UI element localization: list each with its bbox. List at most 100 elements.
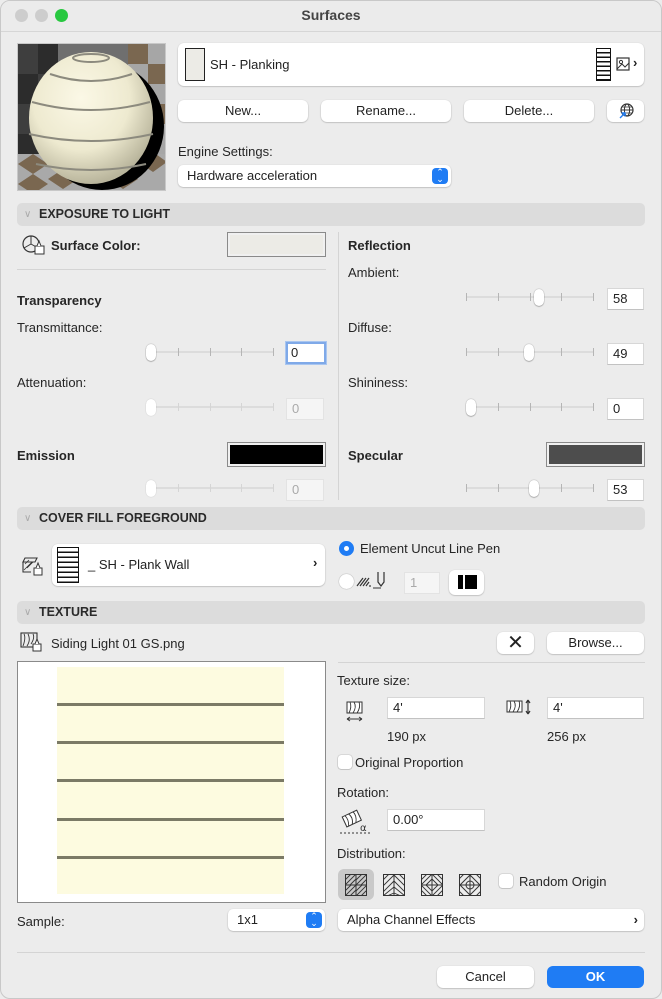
distribution-option-4[interactable] xyxy=(452,869,488,900)
specular-label: Specular xyxy=(348,448,403,463)
element-uncut-line-pen-radio[interactable] xyxy=(339,541,354,556)
pen-color-button[interactable] xyxy=(449,570,484,595)
transmittance-label: Transmittance: xyxy=(17,320,103,335)
engine-settings-label: Engine Settings: xyxy=(178,144,273,159)
cover-fill-icon xyxy=(22,557,43,576)
section-header-exposure[interactable]: ∨ EXPOSURE TO LIGHT xyxy=(17,203,645,226)
window-title: Surfaces xyxy=(301,7,361,23)
pen-number-input: 1 xyxy=(404,572,440,594)
section-title: COVER FILL FOREGROUND xyxy=(39,511,207,525)
distribution-option-2[interactable] xyxy=(376,869,412,900)
surfaces-dialog: Surfaces SH - Planking › New... Rename..… xyxy=(0,0,662,999)
divider xyxy=(17,269,326,270)
specular-slider[interactable] xyxy=(466,480,594,497)
chevron-right-icon: › xyxy=(313,555,318,570)
slider-tick xyxy=(273,403,274,411)
browse-button[interactable]: Browse... xyxy=(547,632,644,654)
slider-tick xyxy=(561,293,562,301)
remove-texture-button[interactable]: ✕ xyxy=(497,632,534,654)
emission-label: Emission xyxy=(17,448,75,463)
texture-file-name: Siding Light 01 GS.png xyxy=(51,636,185,651)
distribution-diamond-icon xyxy=(459,874,481,896)
slider-tick xyxy=(593,293,594,301)
slider-tick xyxy=(210,484,211,492)
surface-color-swatch[interactable] xyxy=(227,232,326,257)
slider-knob xyxy=(146,399,156,416)
distribution-label: Distribution: xyxy=(337,846,406,861)
surface-preview xyxy=(17,43,166,191)
slider-knob[interactable] xyxy=(524,344,534,361)
delete-button[interactable]: Delete... xyxy=(464,100,594,122)
engine-settings-select[interactable]: Hardware acceleration ⌃ ⌄ xyxy=(178,165,451,187)
specular-color-swatch[interactable] xyxy=(546,442,645,467)
divider xyxy=(338,662,645,663)
diffuse-input[interactable]: 49 xyxy=(607,343,644,365)
chevron-right-icon: › xyxy=(633,55,638,70)
distribution-mirror-icon xyxy=(421,874,443,896)
slider-tick xyxy=(530,293,531,301)
random-origin-checkbox[interactable] xyxy=(499,874,513,888)
cover-fill-name: _ SH - Plank Wall xyxy=(88,557,190,572)
alpha-channel-effects-button[interactable]: Alpha Channel Effects › xyxy=(338,909,644,931)
slider-tick xyxy=(561,484,562,492)
distribution-option-1[interactable] xyxy=(338,869,374,900)
rename-button[interactable]: Rename... xyxy=(321,100,451,122)
rotation-angle-icon: α xyxy=(340,809,372,834)
chevron-down-icon: ∨ xyxy=(24,607,32,618)
slider-knob[interactable] xyxy=(146,344,156,361)
divider xyxy=(338,232,339,500)
texture-width-input[interactable]: 4' xyxy=(387,697,485,719)
ambient-slider[interactable] xyxy=(466,289,594,306)
shininess-slider[interactable] xyxy=(466,399,594,416)
transmittance-input[interactable]: 0 xyxy=(286,342,326,364)
fill-pen-icon xyxy=(356,572,385,589)
shininess-input[interactable]: 0 xyxy=(607,398,644,420)
texture-height-input[interactable]: 4' xyxy=(547,697,644,719)
emission-color-swatch[interactable] xyxy=(227,442,326,467)
texture-preview xyxy=(17,661,326,903)
slider-knob xyxy=(146,480,156,497)
texture-size-label: Texture size: xyxy=(337,673,410,688)
ambient-input[interactable]: 58 xyxy=(607,288,644,310)
distribution-option-3[interactable] xyxy=(414,869,450,900)
cover-fill-selector[interactable]: _ SH - Plank Wall › xyxy=(52,544,325,586)
sample-select[interactable]: 1x1 ⌃ ⌄ xyxy=(228,909,325,931)
slider-tick xyxy=(178,348,179,356)
slider-tick xyxy=(241,484,242,492)
diffuse-label: Diffuse: xyxy=(348,320,392,335)
texture-height-icon xyxy=(506,699,531,715)
surface-name: SH - Planking xyxy=(210,57,290,72)
slider-knob[interactable] xyxy=(534,289,544,306)
transmittance-slider[interactable] xyxy=(146,344,274,361)
new-button[interactable]: New... xyxy=(178,100,308,122)
original-proportion-checkbox[interactable] xyxy=(338,755,352,769)
surface-selector[interactable]: SH - Planking › xyxy=(178,43,644,86)
diffuse-slider[interactable] xyxy=(466,344,594,361)
ok-button[interactable]: OK xyxy=(547,966,644,988)
slider-knob[interactable] xyxy=(529,480,539,497)
slider-knob[interactable] xyxy=(466,399,476,416)
slider-tick xyxy=(561,403,562,411)
texture-width-icon xyxy=(346,701,363,722)
slider-tick xyxy=(178,484,179,492)
updown-chevron-icon: ⌃ ⌄ xyxy=(306,912,322,928)
texture-height-px: 256 px xyxy=(547,729,587,744)
slider-tick xyxy=(210,403,211,411)
globe-link-button[interactable] xyxy=(607,100,644,122)
slider-tick xyxy=(241,403,242,411)
slider-tick xyxy=(561,348,562,356)
chevron-down-icon: ∨ xyxy=(24,209,32,220)
cancel-button[interactable]: Cancel xyxy=(437,966,534,988)
fill-pattern-icon xyxy=(57,547,79,583)
rotation-input[interactable]: 0.00° xyxy=(387,809,485,831)
section-header-cover-fill[interactable]: ∨ COVER FILL FOREGROUND xyxy=(17,507,645,530)
custom-pen-radio[interactable] xyxy=(339,574,354,589)
specular-input[interactable]: 53 xyxy=(607,479,644,501)
section-header-texture[interactable]: ∨ TEXTURE xyxy=(17,601,645,624)
texture-width-px: 190 px xyxy=(387,729,427,744)
close-icon: ✕ xyxy=(507,632,524,654)
slider-tick xyxy=(498,293,499,301)
distribution-straight-icon xyxy=(345,874,367,896)
slider-tick xyxy=(593,484,594,492)
engine-settings-value: Hardware acceleration xyxy=(187,168,318,183)
